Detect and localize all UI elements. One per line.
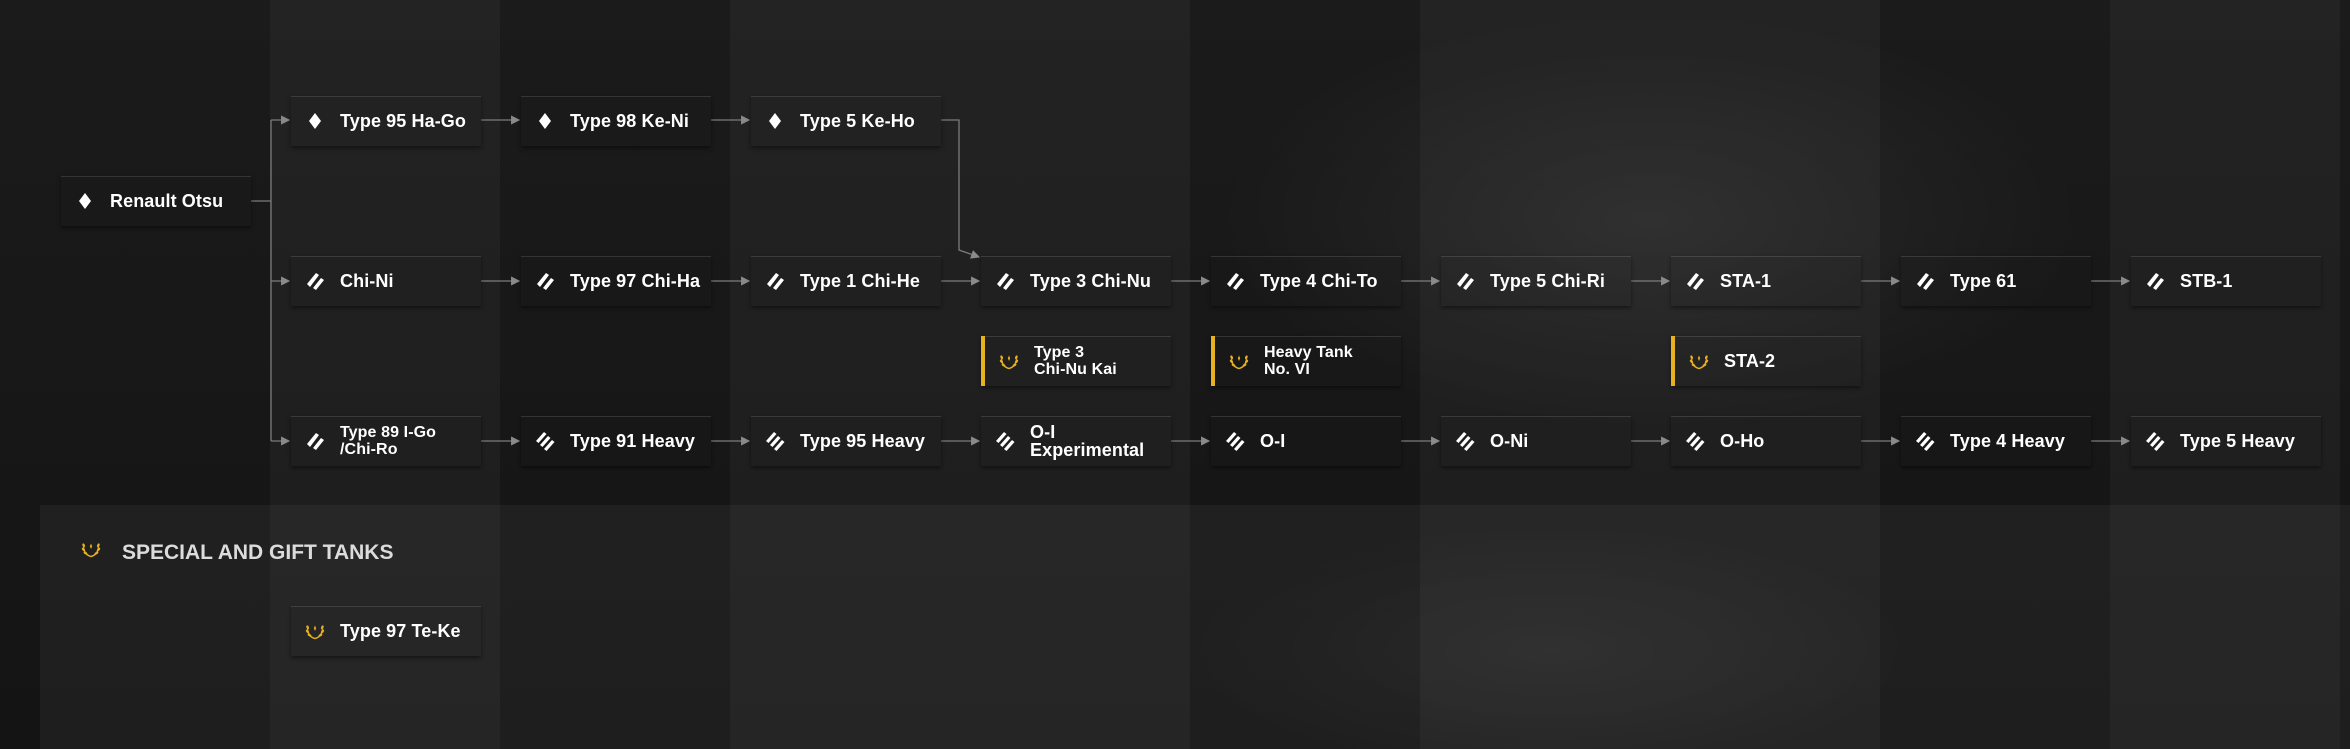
medium-tank-icon (1224, 270, 1246, 292)
medium-tank-icon (304, 270, 326, 292)
laurel-icon (1688, 350, 1710, 372)
tank-label: Type 5 Ke-Ho (800, 111, 915, 131)
tank-node-o-i[interactable]: O-I (1211, 416, 1401, 466)
tank-node-type-4-heavy[interactable]: Type 4 Heavy (1901, 416, 2091, 466)
medium-tank-icon (534, 270, 556, 292)
tank-node-type-5-ke-ho[interactable]: Type 5 Ke-Ho (751, 96, 941, 146)
heavy-tank-icon (1454, 430, 1476, 452)
tank-node-chi-ni[interactable]: Chi-Ni (291, 256, 481, 306)
tank-label: Type 89 I-Go /Chi-Ro (340, 424, 437, 458)
tank-node-type-89-i-go-chi-ro[interactable]: Type 89 I-Go /Chi-Ro (291, 416, 481, 466)
tank-label: STA-2 (1724, 351, 1776, 371)
tank-label: Type 3 Chi-Nu Kai (1034, 344, 1117, 378)
tank-node-type-1-chi-he[interactable]: Type 1 Chi-He (751, 256, 941, 306)
tank-node-o-i-experimental[interactable]: O-I Experimental (981, 416, 1171, 466)
tank-node-type-95-ha-go[interactable]: Type 95 Ha-Go (291, 96, 481, 146)
tank-node-o-ni[interactable]: O-Ni (1441, 416, 1631, 466)
medium-tank-icon (1454, 270, 1476, 292)
tank-label: O-I Experimental (1030, 422, 1145, 460)
tank-node-type-98-ke-ni[interactable]: Type 98 Ke-Ni (521, 96, 711, 146)
medium-tank-icon (1684, 270, 1706, 292)
tank-label: STA-1 (1720, 271, 1772, 291)
tank-label: O-I (1260, 431, 1286, 451)
diamond-icon (304, 110, 326, 132)
tank-label: Type 1 Chi-He (800, 271, 920, 291)
tank-node-type-5-heavy[interactable]: Type 5 Heavy (2131, 416, 2321, 466)
medium-tank-icon (764, 270, 786, 292)
tank-label: Heavy Tank No. VI (1264, 344, 1353, 378)
heavy-tank-icon (2144, 430, 2166, 452)
tank-node-type-61[interactable]: Type 61 (1901, 256, 2091, 306)
laurel-icon (304, 620, 326, 642)
medium-tank-icon (304, 430, 326, 452)
tank-label: Type 61 (1950, 271, 2017, 291)
tank-node-sta-1[interactable]: STA-1 (1671, 256, 1861, 306)
tank-node-type-91-heavy[interactable]: Type 91 Heavy (521, 416, 711, 466)
tank-label: Type 97 Te-Ke (340, 621, 461, 641)
tank-label: Renault Otsu (110, 191, 224, 211)
medium-tank-icon (994, 270, 1016, 292)
tank-label: Type 5 Heavy (2180, 431, 2295, 451)
laurel-icon (998, 350, 1020, 372)
tank-node-heavy-tank-no-vi[interactable]: Heavy Tank No. VI (1211, 336, 1401, 386)
heavy-tank-icon (1684, 430, 1706, 452)
tank-node-sta-2[interactable]: STA-2 (1671, 336, 1861, 386)
tank-label: Chi-Ni (340, 271, 394, 291)
section-title-text: SPECIAL AND GIFT TANKS (122, 541, 394, 564)
tech-tree-canvas: Renault Otsu Type 95 Ha-Go Type 98 Ke-Ni… (0, 0, 2350, 749)
diamond-icon (764, 110, 786, 132)
tank-label: Type 95 Ha-Go (340, 111, 466, 131)
heavy-tank-icon (1224, 430, 1246, 452)
tank-node-type-97-chi-ha[interactable]: Type 97 Chi-Ha (521, 256, 711, 306)
tank-label: Type 95 Heavy (800, 431, 926, 451)
tank-node-type-95-heavy[interactable]: Type 95 Heavy (751, 416, 941, 466)
heavy-tank-icon (534, 430, 556, 452)
tank-label: Type 4 Heavy (1950, 431, 2065, 451)
tank-node-renault-otsu[interactable]: Renault Otsu (61, 176, 251, 226)
tank-label: O-Ni (1490, 431, 1529, 451)
tank-node-type-97-te-ke[interactable]: Type 97 Te-Ke (291, 606, 481, 656)
tank-node-stb-1[interactable]: STB-1 (2131, 256, 2321, 306)
medium-tank-icon (1914, 270, 1936, 292)
tank-node-type-3-chi-nu-kai[interactable]: Type 3 Chi-Nu Kai (981, 336, 1171, 386)
medium-tank-icon (2144, 270, 2166, 292)
tank-label: Type 3 Chi-Nu (1030, 271, 1151, 291)
tank-node-type-4-chi-to[interactable]: Type 4 Chi-To (1211, 256, 1401, 306)
tank-label: Type 97 Chi-Ha (570, 271, 701, 291)
connector (941, 119, 981, 259)
tank-label: Type 5 Chi-Ri (1490, 271, 1605, 291)
tank-label: STB-1 (2180, 271, 2233, 291)
tank-node-o-ho[interactable]: O-Ho (1671, 416, 1861, 466)
tank-node-type-3-chi-nu[interactable]: Type 3 Chi-Nu (981, 256, 1171, 306)
laurel-icon (1228, 350, 1250, 372)
diamond-icon (534, 110, 556, 132)
tank-label: Type 4 Chi-To (1260, 271, 1378, 291)
tank-label: Type 98 Ke-Ni (570, 111, 690, 131)
heavy-tank-icon (764, 430, 786, 452)
special-section-title: SPECIAL AND GIFT TANKS (80, 538, 393, 568)
tank-label: O-Ho (1720, 431, 1765, 451)
diamond-icon (74, 190, 96, 212)
heavy-tank-icon (994, 430, 1016, 452)
tank-label: Type 91 Heavy (570, 431, 696, 451)
laurel-icon (80, 538, 110, 568)
heavy-tank-icon (1914, 430, 1936, 452)
tank-node-type-5-chi-ri[interactable]: Type 5 Chi-Ri (1441, 256, 1631, 306)
